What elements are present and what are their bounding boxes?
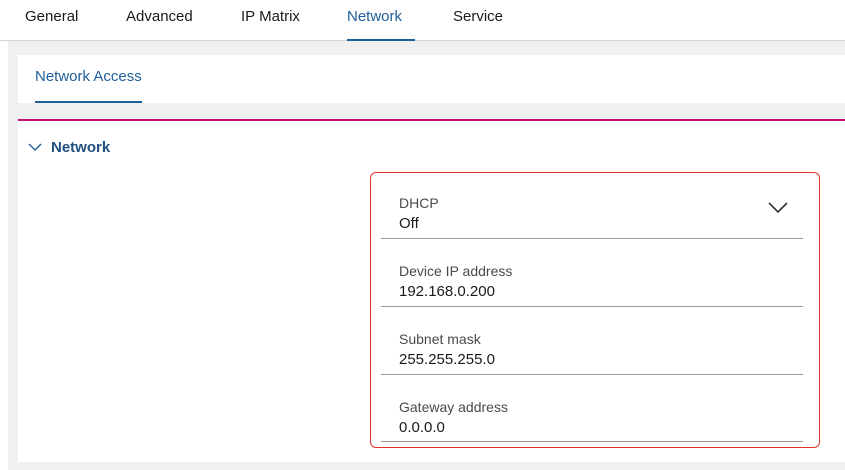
tab-network-access-label: Network Access	[35, 68, 142, 85]
dhcp-select[interactable]: DHCP Off	[381, 173, 803, 239]
device-ip-label: Device IP address	[399, 263, 513, 279]
dhcp-label: DHCP	[399, 195, 439, 211]
chevron-down-icon	[28, 143, 42, 151]
gateway-label: Gateway address	[399, 399, 508, 415]
gateway-field[interactable]: Gateway address 0.0.0.0	[381, 375, 803, 442]
tab-general[interactable]: General	[25, 0, 78, 40]
top-tab-bar: General Advanced IP Matrix Network Servi…	[0, 0, 845, 41]
dhcp-value: Off	[399, 215, 419, 232]
chevron-down-icon	[768, 202, 788, 214]
network-settings-page: General Advanced IP Matrix Network Servi…	[0, 0, 845, 470]
tab-network-access[interactable]: Network Access	[35, 55, 142, 103]
active-subtab-underline	[35, 101, 142, 103]
tab-ip-matrix[interactable]: IP Matrix	[241, 0, 300, 40]
device-ip-value: 192.168.0.200	[399, 283, 495, 300]
network-section-toggle[interactable]: Network	[27, 137, 110, 157]
tab-service[interactable]: Service	[453, 0, 503, 40]
tab-network-label: Network	[347, 8, 403, 25]
device-ip-field[interactable]: Device IP address 192.168.0.200	[381, 239, 803, 307]
section-title: Network	[51, 138, 111, 156]
sub-tab-bar: Network Access	[18, 55, 845, 103]
gateway-value: 0.0.0.0	[399, 419, 445, 436]
highlighted-fields-box: DHCP Off Device IP address 192.168.0.200…	[370, 172, 820, 448]
subnet-mask-field[interactable]: Subnet mask 255.255.255.0	[381, 307, 803, 375]
tab-advanced[interactable]: Advanced	[126, 0, 193, 40]
network-section-panel: Network DHCP Off Device IP address 192.1…	[18, 119, 845, 462]
subnet-mask-label: Subnet mask	[399, 331, 481, 347]
subnet-mask-value: 255.255.255.0	[399, 351, 495, 368]
tab-network[interactable]: Network	[347, 0, 415, 41]
